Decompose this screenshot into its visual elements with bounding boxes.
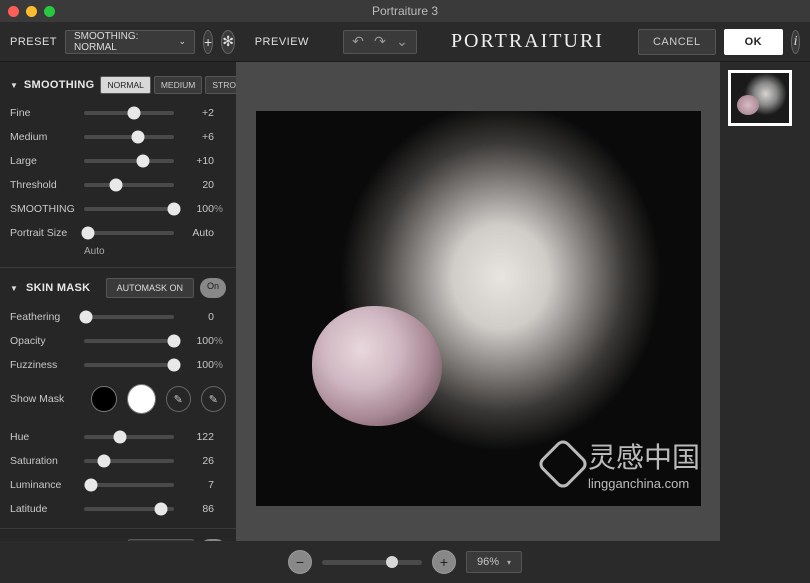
window-controls [8,6,55,17]
collapse-icon: ▼ [10,284,20,293]
preview-label: PREVIEW [255,36,309,48]
plus-icon: + [440,554,448,570]
tab-normal[interactable]: NORMAL [100,76,150,94]
add-preset-button[interactable]: + [203,30,213,54]
chevron-down-icon: ▾ [507,558,511,567]
settings-button[interactable]: ✻ [221,30,235,54]
maximize-window-button[interactable] [44,6,55,17]
mask-swatch-black[interactable] [91,386,116,412]
info-button[interactable]: i [791,30,800,54]
skinmask-title: SKIN MASK [26,282,90,294]
sidebar: ▼ SMOOTHING NORMAL MEDIUM STRONG Fine +2… [0,62,236,541]
collapse-icon: ▼ [10,81,18,90]
watermark: 灵感中国 lingganchina.com [544,436,700,491]
close-window-button[interactable] [8,6,19,17]
slider-saturation[interactable]: Saturation 26 [10,452,226,470]
show-mask-row: Show Mask ✎ ✎ [10,384,226,414]
thumbnail-strip [720,62,810,541]
eyedropper-remove-button[interactable]: ✎ [201,386,226,412]
eyedropper-icon: ✎ [174,393,183,406]
preset-dropdown[interactable]: SMOOTHING: NORMAL ⌄ [65,30,195,54]
preset-label: PRESET [10,36,57,48]
info-icon: i [794,34,798,50]
skinmask-header[interactable]: ▼ SKIN MASK AUTOMASK ON On [10,278,226,298]
slider-large[interactable]: Large +10 [10,152,226,170]
enhance-on-toggle[interactable]: On [200,539,226,541]
plus-icon: + [204,34,212,50]
slider-fine[interactable]: Fine +2 [10,104,226,122]
watermark-sub: lingganchina.com [588,476,700,491]
automask-button[interactable]: AUTOMASK ON [106,278,194,298]
thumbnail[interactable] [728,70,792,126]
undo-button[interactable]: ↶ [348,33,368,50]
watermark-text: 灵感中国 [588,442,700,473]
slider-feathering[interactable]: Feathering 0 [10,308,226,326]
slider-fuzziness[interactable]: Fuzziness 100% [10,356,226,374]
tab-strong[interactable]: STRONG [205,76,236,94]
cancel-button[interactable]: CANCEL [638,29,716,55]
eyedropper-minus-icon: ✎ [209,393,218,406]
slider-smoothing[interactable]: SMOOTHING 100% [10,200,226,218]
zoom-slider[interactable] [322,560,422,565]
skinmask-on-toggle[interactable]: On [200,278,226,298]
zoom-out-button[interactable]: − [288,550,312,574]
slider-portrait-size[interactable]: Portrait Size Auto [10,224,226,242]
smoothing-title: SMOOTHING [24,79,95,91]
tab-medium[interactable]: MEDIUM [154,76,202,94]
slider-latitude[interactable]: Latitude 86 [10,500,226,518]
eyedropper-add-button[interactable]: ✎ [166,386,191,412]
slider-medium[interactable]: Medium +6 [10,128,226,146]
image-content [312,306,442,426]
zoom-value: 96% [477,556,499,568]
zoom-value-dropdown[interactable]: 96% ▾ [466,551,522,573]
history-dropdown[interactable]: ⌄ [392,33,412,50]
gear-icon: ✻ [222,33,234,50]
history-controls: ↶ ↷ ⌄ [343,30,417,54]
chevron-down-icon: ⌄ [178,36,186,47]
minus-icon: − [296,554,304,570]
ok-button[interactable]: OK [724,29,784,55]
show-mask-label: Show Mask [10,393,81,405]
portrait-size-note: Auto [84,246,226,257]
titlebar: Portraiture 3 [0,0,810,22]
preset-value: SMOOTHING: NORMAL [74,31,138,53]
enhancements-header[interactable]: ▶ ENHANCEMENTS HIGH KEY ▾ On [10,539,226,541]
brand-title: PORTRAITURI [451,30,604,53]
footer: − + 96% ▾ [0,541,810,583]
preview-canvas[interactable]: 灵感中国 lingganchina.com [236,62,720,541]
slider-hue[interactable]: Hue 122 [10,428,226,446]
slider-threshold[interactable]: Threshold 20 [10,176,226,194]
window-title: Portraiture 3 [372,4,438,18]
redo-button[interactable]: ↷ [370,33,390,50]
enhance-preset-dropdown[interactable]: HIGH KEY ▾ [128,539,194,541]
minimize-window-button[interactable] [26,6,37,17]
mask-swatch-white[interactable] [127,384,156,414]
watermark-logo-icon [536,437,590,491]
toolbar: PRESET SMOOTHING: NORMAL ⌄ + ✻ PREVIEW ↶… [0,22,810,62]
zoom-in-button[interactable]: + [432,550,456,574]
slider-opacity[interactable]: Opacity 100% [10,332,226,350]
slider-luminance[interactable]: Luminance 7 [10,476,226,494]
smoothing-header[interactable]: ▼ SMOOTHING NORMAL MEDIUM STRONG [10,76,226,94]
